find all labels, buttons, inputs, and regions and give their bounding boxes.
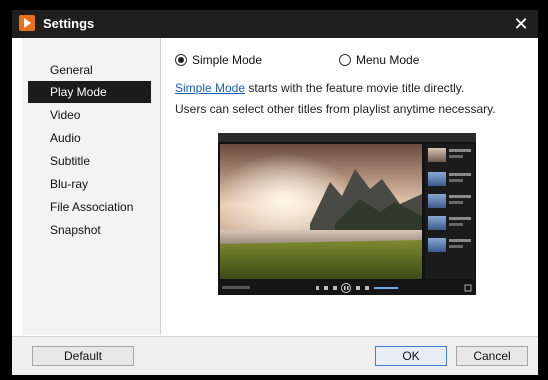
preview-playlist-thumbnail: [428, 238, 446, 252]
player-preview-image: [218, 133, 476, 295]
preview-playlist-text-line: [449, 179, 463, 182]
cancel-button[interactable]: Cancel: [456, 346, 528, 366]
preview-playlist: [425, 144, 475, 279]
preview-title-bar: [218, 133, 476, 142]
preview-playlist-item: [428, 194, 472, 210]
mode-description-line-1: Simple Mode starts with the feature movi…: [175, 81, 535, 95]
simple-mode-radio[interactable]: [175, 54, 187, 66]
simple-mode-label[interactable]: Simple Mode: [192, 53, 262, 67]
preview-video-frame: [220, 144, 422, 279]
dialog-footer: Default OK Cancel: [12, 336, 538, 375]
preview-playlist-text-line: [449, 245, 463, 248]
sidebar-item-blu-ray[interactable]: Blu-ray: [28, 173, 151, 195]
app-logo-icon: [19, 15, 35, 31]
mode-description-line-2: Users can select other titles from playl…: [175, 102, 496, 116]
preview-playlist-thumbnail: [428, 216, 446, 230]
preview-playlist-item: [428, 148, 472, 164]
sidebar-item-video[interactable]: Video: [28, 104, 151, 126]
window-title: Settings: [43, 16, 95, 31]
menu-mode-radio[interactable]: [339, 54, 351, 66]
sidebar-item-general[interactable]: General: [28, 59, 151, 81]
preview-playlist-text-line: [449, 149, 471, 152]
sidebar-item-file-association[interactable]: File Association: [28, 196, 151, 218]
preview-playlist-thumbnail: [428, 172, 446, 186]
simple-mode-radio-option[interactable]: Simple Mode: [175, 52, 262, 68]
preview-playlist-text-line: [449, 217, 471, 220]
simple-mode-link[interactable]: Simple Mode: [175, 81, 245, 95]
preview-playlist-text-line: [449, 201, 463, 204]
default-button[interactable]: Default: [32, 346, 134, 366]
preview-playlist-item: [428, 216, 472, 232]
preview-playlist-text-line: [449, 223, 463, 226]
ok-button[interactable]: OK: [375, 346, 447, 366]
preview-playlist-text-line: [449, 195, 471, 198]
sidebar-item-snapshot[interactable]: Snapshot: [28, 219, 151, 241]
preview-playlist-thumbnail: [428, 148, 446, 162]
preview-playlist-thumbnail: [428, 194, 446, 208]
menu-mode-label[interactable]: Menu Mode: [356, 53, 419, 67]
preview-playlist-item: [428, 172, 472, 188]
settings-sidebar: General Play Mode Video Audio Subtitle B…: [22, 38, 161, 335]
sidebar-item-subtitle[interactable]: Subtitle: [28, 150, 151, 172]
mode-description-text: starts with the feature movie title dire…: [245, 81, 465, 95]
preview-playlist-text-line: [449, 173, 471, 176]
sidebar-item-play-mode[interactable]: Play Mode: [28, 81, 151, 103]
close-icon[interactable]: ✕: [510, 13, 532, 35]
preview-playlist-item: [428, 238, 472, 254]
title-bar: Settings ✕: [12, 10, 538, 38]
sidebar-item-audio[interactable]: Audio: [28, 127, 151, 149]
play-mode-panel: Simple Mode Menu Mode Simple Mode starts…: [161, 38, 538, 335]
settings-window: Settings ✕ General Play Mode Video Audio…: [12, 10, 538, 375]
preview-playlist-text-line: [449, 155, 463, 158]
menu-mode-radio-option[interactable]: Menu Mode: [339, 52, 419, 68]
preview-control-bar: [218, 281, 476, 295]
preview-playlist-text-line: [449, 239, 471, 242]
